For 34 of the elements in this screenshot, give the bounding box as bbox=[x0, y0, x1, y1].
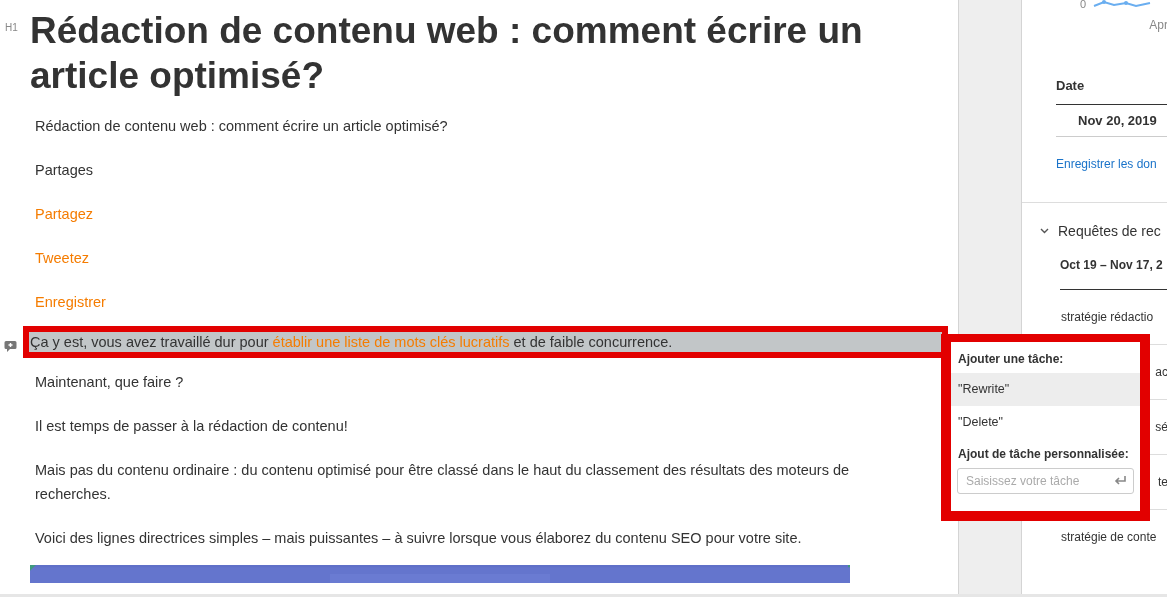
popup-title: Ajouter une tâche: bbox=[957, 351, 1065, 368]
share-link[interactable]: Partagez bbox=[24, 195, 926, 233]
article-title: Rédaction de contenu web : comment écrire un article optimisé? bbox=[30, 9, 864, 98]
date-range: Oct 19 – Nov 17, 2 bbox=[1060, 258, 1167, 290]
task-option[interactable]: "Delete" bbox=[951, 406, 1140, 439]
axis-tick-label: 0 bbox=[1080, 0, 1087, 10]
selected-paragraph: Ça y est, vous avez travaillé dur pour établir une liste de mots clés lucratifs et de faible concurrence. bbox=[23, 326, 948, 358]
heading-tag: H1 bbox=[0, 8, 30, 33]
paragraph: Rédaction de contenu web : comment écrire un article optimisé? bbox=[34, 117, 449, 136]
paragraph: Il est temps de passer à la rédaction de contenu! bbox=[34, 417, 349, 436]
date-cell: Nov 20, 2019 bbox=[1056, 105, 1167, 137]
popup-subtitle: Ajout de tâche personnalisée: bbox=[957, 446, 1130, 463]
task-input[interactable]: Saisissez votre tâche bbox=[957, 468, 1134, 494]
comment-icon[interactable] bbox=[4, 340, 17, 353]
paragraph: Maintenant, que faire ? bbox=[34, 373, 185, 392]
query-cell: stratégie de conte bbox=[1061, 530, 1157, 544]
sparkline-drawing bbox=[1092, 0, 1153, 8]
column-header: Date bbox=[1056, 76, 1167, 105]
paragraph: Voici des lignes directrices simples – mais puissantes – à suivre lorsque vous élaborez du contenu SEO pour votre site. bbox=[34, 529, 803, 548]
enter-icon bbox=[1113, 475, 1127, 487]
share-link[interactable]: Enregistrer bbox=[24, 283, 926, 321]
paragraph: Partages bbox=[34, 161, 95, 180]
axis-month-label: Apr bbox=[1148, 18, 1167, 32]
section-title: Requêtes de rec bbox=[1058, 223, 1161, 239]
query-cell: sé bbox=[1155, 420, 1167, 434]
keyword-link[interactable]: établir une liste de mots clés lucratifs bbox=[272, 334, 510, 350]
chevron-icon[interactable] bbox=[1040, 228, 1049, 234]
paragraph: Mais pas du contenu ordinaire : du contenu optimisé pour être classé dans le haut du classement des résultats des moteurs de recherches. bbox=[34, 461, 851, 504]
query-cell: stratégie rédactio bbox=[1061, 310, 1154, 324]
task-option[interactable]: "Rewrite" bbox=[951, 373, 1140, 406]
query-cell: te bbox=[1158, 475, 1167, 489]
share-link[interactable]: Tweetez bbox=[24, 239, 926, 277]
save-data-link[interactable]: Enregistrer les don bbox=[1056, 157, 1167, 171]
query-cell: ac bbox=[1155, 365, 1167, 379]
